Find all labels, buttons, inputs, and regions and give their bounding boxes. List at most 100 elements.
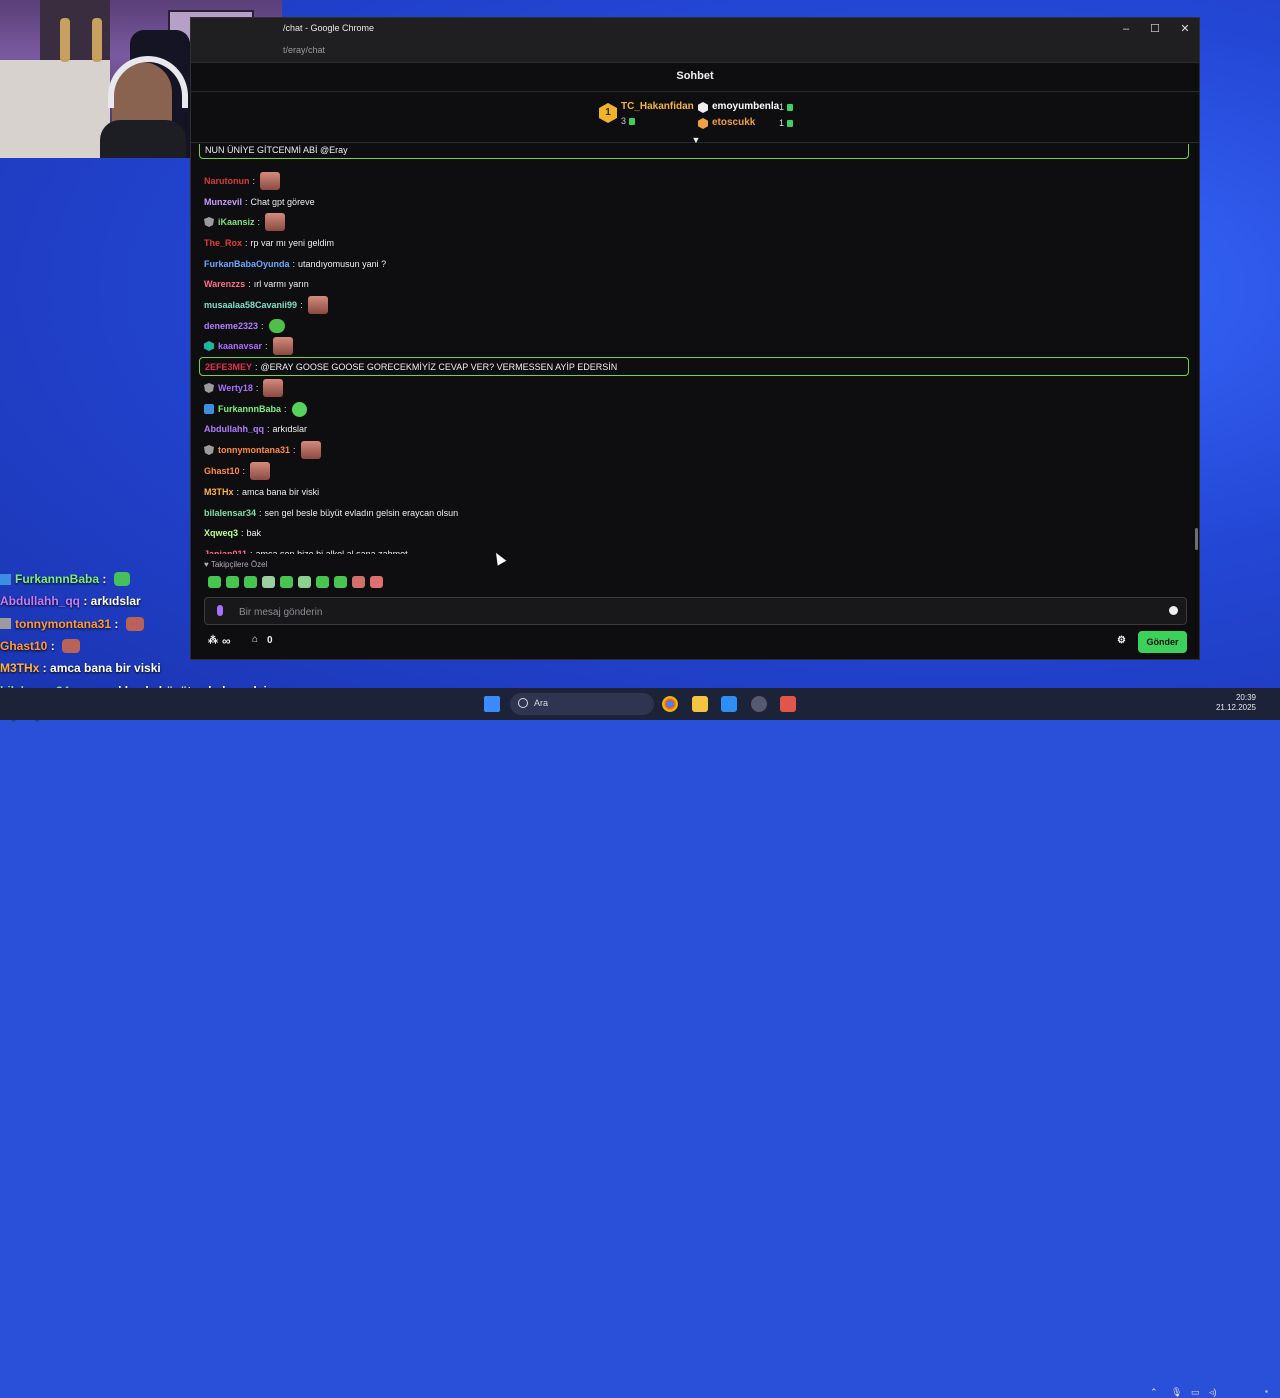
chat-input-box[interactable] bbox=[204, 597, 1187, 625]
minimize-button[interactable]: – bbox=[1117, 21, 1135, 37]
store-count: 0 bbox=[267, 635, 273, 646]
address-bar[interactable]: t/eray/chat bbox=[191, 40, 1199, 63]
chat-username[interactable]: Munzevil bbox=[204, 197, 242, 207]
chat-username[interactable]: Narutonun bbox=[204, 176, 250, 186]
emote-green-icon[interactable] bbox=[291, 401, 307, 417]
gem-icon bbox=[787, 104, 794, 112]
overlay-message-text: amca bana bir viski bbox=[50, 661, 161, 676]
separator: : bbox=[99, 572, 110, 587]
emote-face-icon[interactable] bbox=[300, 441, 321, 459]
maximize-button[interactable]: ☐ bbox=[1146, 21, 1164, 37]
send-button[interactable]: Gönder bbox=[1138, 631, 1187, 653]
leaderboard-second-name[interactable]: emoyumbenla bbox=[712, 101, 779, 112]
chat-username[interactable]: Warenzzs bbox=[204, 279, 245, 289]
chat-username[interactable]: bilalensar34 bbox=[204, 508, 256, 518]
chat-username[interactable]: tonnymontana31 bbox=[218, 445, 290, 455]
emote-bar bbox=[208, 576, 383, 588]
emote[interactable] bbox=[226, 576, 239, 588]
emote[interactable] bbox=[334, 576, 347, 588]
separator: : bbox=[111, 616, 122, 631]
scrollbar[interactable] bbox=[1195, 528, 1198, 550]
chat-username[interactable]: Werty18 bbox=[218, 383, 253, 393]
emote-face-icon[interactable] bbox=[250, 462, 271, 480]
taskbar-search[interactable]: Ara bbox=[510, 693, 654, 715]
chat-username[interactable]: FurkanBabaOyunda bbox=[204, 259, 290, 269]
emote[interactable] bbox=[280, 576, 293, 588]
emote-face-icon[interactable] bbox=[265, 213, 286, 231]
separator: : bbox=[80, 594, 91, 609]
overlay-username: Abdullahh_qq bbox=[0, 594, 80, 609]
chat-username[interactable]: FurkannnBaba bbox=[218, 404, 281, 414]
highlighted-message: 2EFE3MEY: @ERAY GOOSE GOOSE GORECEKMİYİZ … bbox=[199, 357, 1189, 376]
channel-points-icon[interactable]: ⁂ bbox=[208, 635, 218, 646]
hex-badge-icon bbox=[698, 118, 708, 129]
rank-1-badge: 1 bbox=[599, 103, 617, 123]
emote[interactable] bbox=[262, 576, 275, 588]
windows-start-icon[interactable] bbox=[484, 696, 500, 712]
microphone-icon[interactable] bbox=[217, 605, 223, 616]
app-icon[interactable] bbox=[780, 696, 796, 712]
chat-message: Munzevil: Chat gpt göreve bbox=[204, 192, 1186, 212]
chat-message: Xqweq3: bak bbox=[204, 523, 1186, 543]
overlay-username: tonnymontana31 bbox=[15, 616, 112, 631]
chat-message: The_Rox: rp var mı yeni geldim bbox=[204, 233, 1186, 253]
emote[interactable] bbox=[298, 576, 311, 588]
leaderboard: 1 TC_Hakanfidan 3 emoyumbenla 1 etoscukk… bbox=[191, 92, 1199, 145]
emote-face-icon[interactable] bbox=[263, 379, 284, 397]
separator: : bbox=[250, 549, 253, 554]
chat-username[interactable]: Xqweq3 bbox=[204, 528, 238, 538]
chat-message: kaanavsar: bbox=[204, 336, 1186, 356]
volume-icon[interactable]: ◃) bbox=[1209, 1387, 1217, 1398]
system-clock[interactable]: 20:39 21.12.2025 bbox=[1216, 693, 1256, 713]
chat-message: bilalensar34: sen gel besle büyüt evladın… bbox=[204, 503, 1186, 523]
emote[interactable] bbox=[370, 576, 383, 588]
chat-message: M3THx: amca bana bir viski bbox=[204, 482, 1186, 502]
emote[interactable] bbox=[244, 576, 257, 588]
file-explorer-icon[interactable] bbox=[692, 696, 708, 712]
emote[interactable] bbox=[208, 576, 221, 588]
chat-username[interactable]: deneme2323 bbox=[204, 321, 258, 331]
obs-icon[interactable] bbox=[751, 696, 767, 712]
chat-username[interactable]: kaanavsar bbox=[218, 341, 262, 351]
chat-username[interactable]: Ghast10 bbox=[204, 466, 240, 476]
chat-username[interactable]: M3THx bbox=[204, 487, 234, 497]
title-bar: /chat - Google Chrome – ☐ ✕ bbox=[191, 18, 1199, 40]
separator: : bbox=[245, 197, 248, 207]
overlay-username: FurkannnBaba bbox=[15, 572, 100, 587]
microphone-tray-icon[interactable]: 🎙 bbox=[1171, 1387, 1182, 1398]
overlay-username: M3THx bbox=[0, 661, 40, 676]
chat-username[interactable]: iKaansiz bbox=[218, 217, 255, 227]
vip-badge-icon bbox=[204, 404, 214, 414]
chat-username[interactable]: Abdullahh_qq bbox=[204, 424, 264, 434]
separator: : bbox=[257, 217, 261, 227]
close-button[interactable]: ✕ bbox=[1176, 21, 1194, 37]
chat-message: Abdullahh_qq: arkıdslar bbox=[204, 419, 1186, 439]
emoji-icon[interactable] bbox=[1169, 606, 1178, 615]
leaderboard-third-name[interactable]: etoscukk bbox=[712, 117, 755, 128]
chat-username[interactable]: Janjan011 bbox=[204, 549, 247, 554]
chat-username[interactable]: 2EFE3MEY bbox=[205, 362, 252, 372]
store-icon[interactable]: ⌂ bbox=[252, 634, 258, 645]
notification-icon[interactable]: ▪ bbox=[1265, 1387, 1268, 1396]
message-input[interactable] bbox=[237, 603, 1141, 621]
emote[interactable] bbox=[352, 576, 365, 588]
settings-gear-icon[interactable]: ⚙ bbox=[1117, 635, 1126, 646]
chevron-down-icon[interactable]: ▼ bbox=[690, 136, 702, 145]
separator: : bbox=[255, 361, 258, 372]
chat-message-text: utandıyomusun yani ? bbox=[298, 259, 387, 269]
emote-frog-icon[interactable] bbox=[268, 319, 285, 333]
network-icon[interactable]: ▭ bbox=[1191, 1387, 1200, 1398]
emote[interactable] bbox=[316, 576, 329, 588]
chrome-icon[interactable] bbox=[662, 696, 678, 712]
emote-face-icon[interactable] bbox=[307, 296, 328, 314]
shield-badge-icon bbox=[204, 383, 214, 393]
chat-username[interactable]: The_Rox bbox=[204, 238, 242, 248]
leaderboard-first-name[interactable]: TC_Hakanfidan bbox=[621, 101, 694, 112]
emote-face-icon[interactable] bbox=[272, 337, 293, 355]
photos-icon[interactable] bbox=[721, 696, 737, 712]
chat-message: Warenzzs: ırl varmı yarın bbox=[204, 274, 1186, 294]
emote-face-icon[interactable] bbox=[260, 172, 281, 190]
chat-username[interactable]: musaalaa58Cavanii99 bbox=[204, 300, 297, 310]
followers-only-label: ♥ Takipçilere Özel bbox=[204, 560, 268, 569]
tray-chevron-icon[interactable]: ⌃ bbox=[1150, 1387, 1158, 1398]
